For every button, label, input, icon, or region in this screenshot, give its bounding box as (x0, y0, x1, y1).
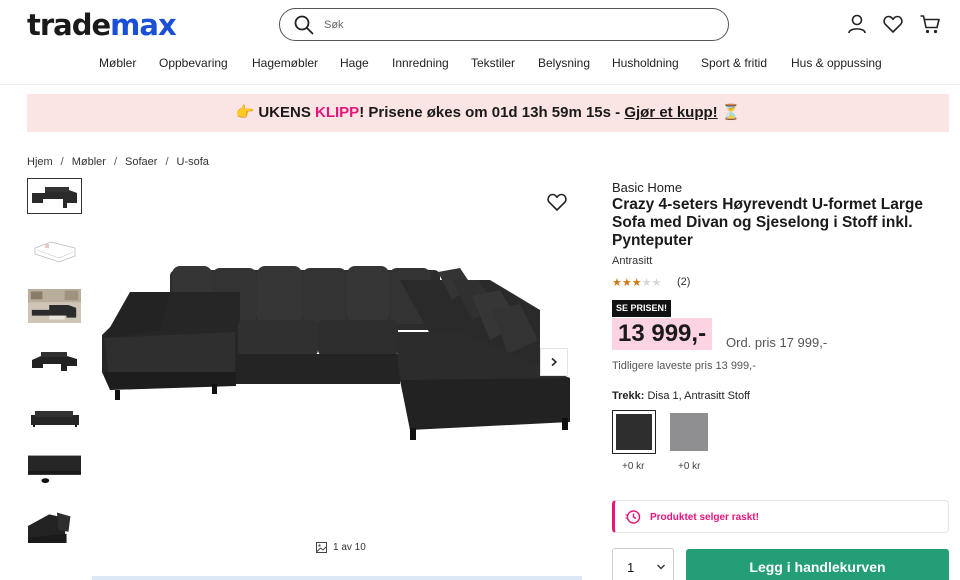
gallery-thumbnail[interactable] (27, 288, 82, 324)
nav-item-belysning[interactable]: Belysning (538, 56, 590, 70)
product-variant: Antrasitt (612, 255, 653, 267)
product-main-image[interactable] (100, 250, 580, 460)
image-icon (316, 542, 327, 553)
promo-link[interactable]: Gjør et kupp! (624, 104, 717, 121)
star-icon: ★ (621, 277, 632, 289)
swatch-price: +0 kr (622, 461, 645, 472)
promo-text: UKENS (254, 104, 315, 121)
swatch-antrasitt[interactable] (612, 410, 656, 454)
gallery-thumbnail[interactable] (27, 508, 82, 544)
gallery-thumbnail[interactable] (27, 178, 82, 214)
logo[interactable]: trademax (27, 8, 177, 42)
product-brand[interactable]: Basic Home (612, 180, 682, 195)
cover-value: Disa 1, Antrasitt Stoff (644, 390, 750, 402)
swatch-color (670, 413, 708, 451)
chevron-right-icon (551, 357, 558, 367)
price-badge: SE PRISEN! (612, 300, 672, 317)
cart-icon[interactable] (919, 13, 941, 35)
user-icon[interactable] (846, 13, 868, 35)
swatch-color (616, 414, 652, 450)
quantity-value: 1 (627, 560, 635, 575)
nav-item-mobler[interactable]: Møbler (99, 56, 136, 70)
header-divider (0, 84, 960, 85)
nav-item-hagemobler[interactable]: Hagemøbler (252, 56, 318, 70)
search-icon[interactable] (294, 15, 314, 35)
previous-lowest-price: Tidligere laveste pris 13 999,- (612, 360, 756, 372)
add-to-cart-button[interactable]: Legg i handlekurven (686, 549, 949, 580)
original-price: Ord. pris 17 999,- (726, 335, 828, 350)
logo-text: trade (27, 8, 111, 42)
breadcrumb-item[interactable]: U-sofa (177, 156, 209, 168)
review-count[interactable]: (2) (677, 276, 690, 288)
breadcrumb-item[interactable]: Hjem (27, 156, 53, 168)
gallery-thumbnail[interactable] (27, 343, 82, 379)
breadcrumb: Hjem / Møbler / Sofaer / U-sofa (27, 156, 209, 168)
nav-item-sport-fritid[interactable]: Sport & fritid (701, 56, 767, 70)
selling-fast-alert: Produktet selger raskt! (612, 500, 949, 533)
product-title: Crazy 4-seters Høyrevendt U-formet Large… (612, 196, 923, 249)
breadcrumb-separator: / (165, 156, 169, 168)
bottom-strip (92, 576, 582, 580)
nav-item-hus-oppussing[interactable]: Hus & oppussing (791, 56, 882, 70)
search-bar[interactable] (279, 8, 729, 41)
search-input[interactable] (324, 15, 704, 35)
breadcrumb-separator: / (60, 156, 64, 168)
breadcrumb-item[interactable]: Møbler (72, 156, 106, 168)
next-image-button[interactable] (540, 348, 568, 376)
heart-icon[interactable] (882, 13, 904, 35)
image-counter-text: 1 av 10 (333, 542, 366, 553)
gallery-thumbnail[interactable] (27, 233, 82, 269)
pointing-hand-icon: 👉 (235, 104, 255, 121)
nav-item-husholdning[interactable]: Husholdning (612, 56, 679, 70)
cover-option-label: Trekk: Disa 1, Antrasitt Stoff (612, 390, 750, 402)
current-price: 13 999,- (612, 318, 713, 350)
main-nav: Møbler Oppbevaring Hagemøbler Hage Innre… (0, 56, 960, 72)
clock-icon (625, 510, 641, 524)
gallery-thumbnail[interactable] (27, 453, 82, 489)
wishlist-heart-icon[interactable] (546, 191, 568, 213)
nav-item-tekstiler[interactable]: Tekstiler (471, 56, 515, 70)
logo-text-accent: max (110, 8, 176, 42)
breadcrumb-separator: / (113, 156, 118, 168)
cover-label: Trekk: (612, 390, 645, 402)
star-icon: ★ (651, 277, 662, 289)
hourglass-icon: ⏳ (717, 104, 741, 121)
quantity-select[interactable]: 1 (612, 548, 674, 580)
star-icon: ★ (612, 277, 622, 289)
star-icon: ★ (631, 277, 642, 289)
promo-banner[interactable]: 👉 UKENS KLIPP! Prisene økes om 01d 13h 5… (27, 94, 949, 132)
star-icon: ★ (641, 277, 652, 289)
breadcrumb-item[interactable]: Sofaer (125, 156, 157, 168)
nav-item-oppbevaring[interactable]: Oppbevaring (159, 56, 228, 70)
chevron-down-icon (657, 564, 665, 570)
swatch-price: +0 kr (678, 461, 701, 472)
rating-stars[interactable]: ★★★★★ (612, 276, 661, 289)
nav-item-hage[interactable]: Hage (340, 56, 369, 70)
promo-highlight: KLIPP (315, 104, 360, 121)
nav-item-innredning[interactable]: Innredning (392, 56, 449, 70)
image-counter: 1 av 10 (316, 542, 366, 553)
promo-countdown: ! Prisene økes om 01d 13h 59m 15s - (359, 104, 625, 121)
site-header: trademax (0, 0, 960, 50)
swatch-grey[interactable] (667, 410, 711, 454)
alert-text: Produktet selger raskt! (650, 512, 759, 523)
gallery-thumbnail[interactable] (27, 398, 82, 434)
